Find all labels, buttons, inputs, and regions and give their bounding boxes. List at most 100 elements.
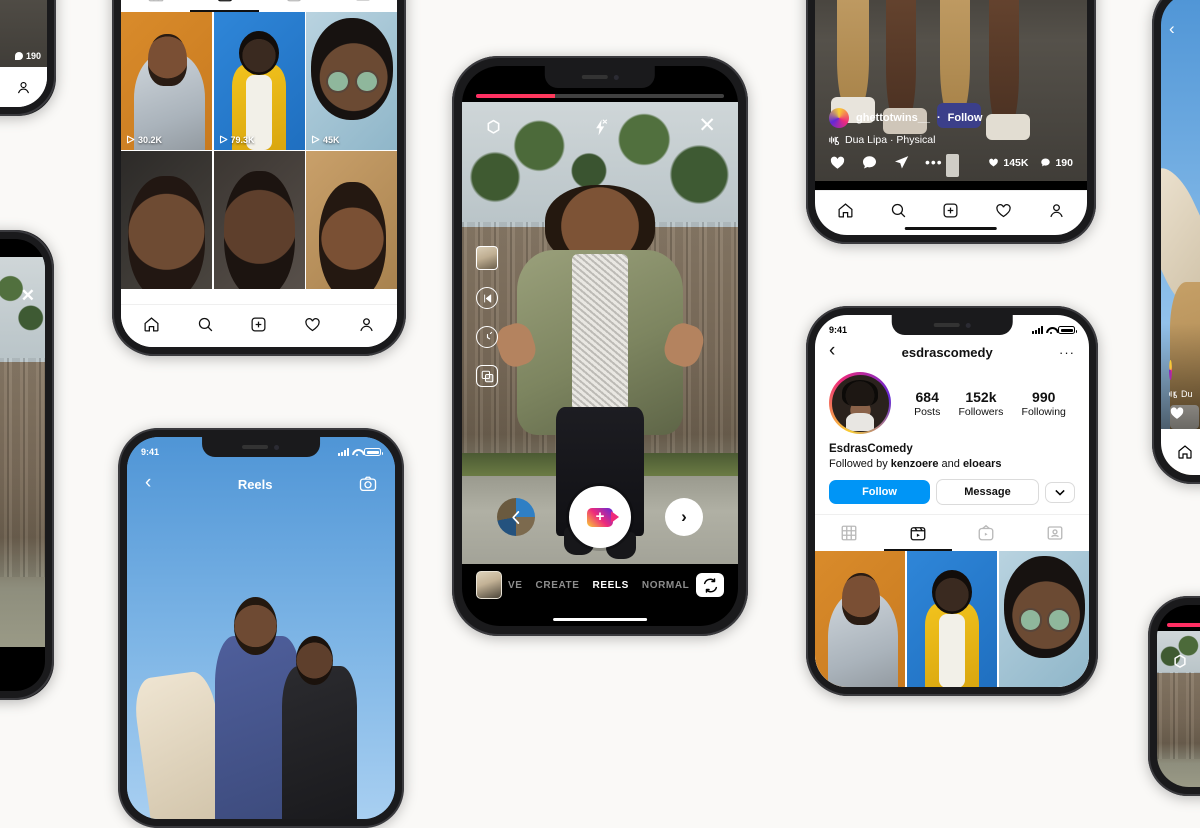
- more-options-button[interactable]: [1045, 481, 1075, 503]
- back-button[interactable]: ‹: [1169, 19, 1175, 39]
- timer-icon[interactable]: [476, 326, 498, 348]
- add-icon[interactable]: [250, 316, 267, 333]
- close-icon[interactable]: ✕: [698, 115, 716, 136]
- grid-icon: [148, 0, 163, 2]
- search-icon[interactable]: [197, 316, 214, 333]
- flash-off-icon[interactable]: [592, 118, 609, 137]
- page-title: esdrascomedy: [901, 345, 993, 360]
- more-icon[interactable]: ···: [1059, 346, 1075, 359]
- follow-button[interactable]: Follow: [829, 480, 930, 504]
- audio-title: Du: [1181, 389, 1193, 399]
- edge-camera-phone-2: [1148, 596, 1200, 796]
- profile-icon[interactable]: [16, 80, 31, 95]
- more-icon[interactable]: •••: [925, 155, 943, 170]
- feed-overlay: ghettotwins__ · Follow Dua Lipa · Physic…: [815, 108, 1087, 181]
- profile-icon[interactable]: [358, 316, 375, 333]
- tagged-icon: [355, 0, 370, 1]
- heart-icon[interactable]: [1169, 405, 1185, 421]
- bottom-navbar: [121, 304, 397, 347]
- tab-igtv[interactable]: [952, 515, 1021, 551]
- comment-icon[interactable]: [861, 154, 878, 171]
- home-icon[interactable]: [143, 316, 160, 333]
- wifi-icon: [1046, 326, 1055, 334]
- mode-option[interactable]: NORMAL: [642, 580, 689, 591]
- home-icon[interactable]: [837, 202, 854, 219]
- tab-grid[interactable]: [121, 0, 190, 12]
- camera-icon[interactable]: [359, 476, 377, 492]
- heart-icon[interactable]: [829, 154, 846, 171]
- search-icon[interactable]: [890, 202, 907, 219]
- avatar[interactable]: [1169, 359, 1172, 380]
- camera-top-controls: ✕: [462, 110, 738, 144]
- heart-icon[interactable]: [995, 202, 1012, 219]
- message-button[interactable]: Message: [936, 479, 1039, 505]
- grid-cell[interactable]: [815, 551, 906, 687]
- add-icon[interactable]: [942, 202, 959, 219]
- grid-cell[interactable]: [906, 551, 998, 687]
- gallery-thumbnail[interactable]: [476, 571, 502, 599]
- follow-link[interactable]: Follow: [948, 112, 983, 124]
- reels-browser-phone: 9:41 ‹ Reels: [118, 428, 404, 828]
- profile-icon[interactable]: [1048, 202, 1065, 219]
- mode-option[interactable]: VE: [508, 580, 523, 591]
- recording-progress: [1167, 623, 1200, 627]
- gallery-dial[interactable]: [497, 498, 535, 536]
- play-icon: [311, 135, 320, 144]
- edge-navbar[interactable]: [1161, 429, 1200, 475]
- view-count: 79.3K: [219, 135, 255, 145]
- flip-camera-icon[interactable]: [696, 573, 724, 597]
- grid-cell[interactable]: [121, 151, 212, 290]
- tab-tagged[interactable]: [328, 0, 397, 12]
- feed-action-row: ••• 145K 190: [829, 154, 1073, 171]
- mode-list: VE CREATE REELS NORMAL BO: [508, 580, 696, 591]
- tagged-icon: [1047, 526, 1063, 540]
- followed-by-row: Followed by kenzoere and eloears: [829, 458, 1002, 470]
- audio-thumbnail[interactable]: [476, 246, 498, 270]
- avatar[interactable]: [829, 108, 849, 128]
- view-count: 45K: [311, 135, 340, 145]
- next-button[interactable]: ›: [665, 498, 703, 536]
- tab-reels[interactable]: [190, 0, 259, 12]
- stat-followers[interactable]: 152k Followers: [958, 389, 1003, 418]
- mutual-follower-1[interactable]: kenzoere: [891, 458, 939, 470]
- home-icon[interactable]: [1177, 444, 1193, 460]
- heart-icon[interactable]: [304, 316, 321, 333]
- grid-cell[interactable]: [998, 551, 1089, 687]
- close-icon[interactable]: ✕: [21, 287, 35, 304]
- settings-icon[interactable]: [1171, 653, 1189, 671]
- grid-cell[interactable]: [213, 151, 305, 290]
- record-button[interactable]: +: [569, 486, 631, 548]
- tab-igtv[interactable]: [259, 0, 328, 12]
- speed-icon[interactable]: [476, 287, 498, 309]
- grid-cell[interactable]: 45K: [306, 12, 397, 150]
- recording-progress: [476, 94, 724, 98]
- instagram-profile-phone: 9:41 ‹ esdrascomedy ··· 684 Posts 152k F…: [806, 306, 1098, 696]
- tab-tagged[interactable]: [1021, 515, 1090, 551]
- tab-reels[interactable]: [884, 515, 953, 551]
- back-button[interactable]: ‹: [829, 341, 835, 360]
- layout-icon[interactable]: [476, 365, 498, 387]
- profile-stats: 684 Posts 152k Followers 990 Following: [905, 389, 1075, 418]
- grid-cell[interactable]: 79.3K: [213, 12, 305, 150]
- grid-cell[interactable]: [306, 151, 397, 290]
- mutual-follower-2[interactable]: eloears: [963, 458, 1002, 470]
- tab-grid[interactable]: [815, 515, 884, 551]
- back-button[interactable]: ‹: [145, 473, 151, 492]
- grid-cell[interactable]: 30.2K: [121, 12, 212, 150]
- username[interactable]: ghettotwins__: [856, 112, 930, 124]
- mode-option[interactable]: CREATE: [536, 580, 580, 591]
- igtv-icon: [286, 0, 301, 2]
- stat-following[interactable]: 990 Following: [1022, 389, 1066, 418]
- status-time: 9:41: [141, 447, 160, 457]
- share-icon[interactable]: [893, 154, 910, 171]
- avatar[interactable]: [829, 372, 891, 434]
- settings-icon[interactable]: [484, 118, 503, 137]
- audio-row[interactable]: Du: [1169, 389, 1193, 399]
- home-indicator: [904, 226, 998, 230]
- mode-option-active[interactable]: REELS: [593, 580, 629, 591]
- audio-icon: [829, 136, 839, 145]
- audio-row[interactable]: Dua Lipa · Physical: [829, 134, 1073, 146]
- edge-navbar[interactable]: [0, 67, 47, 107]
- stat-posts[interactable]: 684 Posts: [914, 389, 940, 418]
- feed-author-row[interactable]: ghettotwins__ · Follow: [829, 108, 1073, 128]
